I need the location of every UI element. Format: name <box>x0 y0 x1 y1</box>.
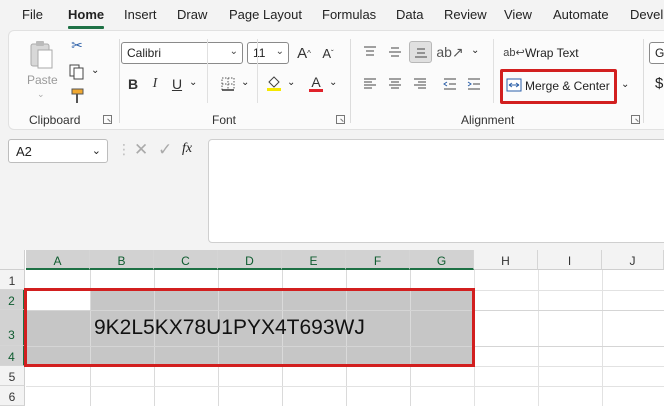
middle-align-icon[interactable] <box>386 43 404 61</box>
cancel-icon[interactable]: ✕ <box>134 140 148 160</box>
group-separator <box>350 39 351 123</box>
align-left-icon[interactable] <box>361 75 379 93</box>
tab-data[interactable]: Data <box>396 7 423 22</box>
font-group-label: Font <box>212 113 237 127</box>
enter-icon[interactable]: ✓ <box>158 140 172 160</box>
align-right-icon[interactable] <box>411 75 429 93</box>
divider <box>207 39 208 103</box>
tab-view[interactable]: View <box>504 7 532 22</box>
fill-color-icon[interactable] <box>265 73 283 93</box>
decrease-indent-icon[interactable] <box>441 75 459 93</box>
number-format-value: Ge <box>655 46 664 60</box>
group-separator <box>119 39 120 123</box>
number-format-combobox[interactable]: Ge <box>649 42 664 64</box>
paste-chevron-icon[interactable]: ⌄ <box>37 89 45 100</box>
column-header-j[interactable]: J <box>602 250 664 270</box>
divider <box>493 39 494 103</box>
column-header-i[interactable]: I <box>538 250 602 270</box>
select-all-corner[interactable] <box>0 250 25 270</box>
row-header-4[interactable]: 4 <box>0 346 25 366</box>
column-header-b[interactable]: B <box>90 250 154 270</box>
column-header-g[interactable]: G <box>410 250 474 270</box>
tab-page-layout[interactable]: Page Layout <box>229 7 302 22</box>
font-dialog-launcher-icon[interactable] <box>336 115 345 124</box>
font-size-value: 11 <box>253 46 266 60</box>
align-center-icon[interactable] <box>386 75 404 93</box>
tab-formulas[interactable]: Formulas <box>322 7 376 22</box>
group-separator <box>643 39 644 123</box>
underline-icon[interactable]: U <box>169 75 185 93</box>
row-header-3[interactable]: 3 <box>0 310 25 346</box>
top-align-icon[interactable] <box>361 43 379 61</box>
font-color-chevron-icon[interactable]: ⌄ <box>329 77 337 88</box>
borders-icon[interactable] <box>219 75 237 93</box>
fill-color-chevron-icon[interactable]: ⌄ <box>287 77 295 88</box>
name-box-value: A2 <box>16 144 32 159</box>
divider <box>257 39 258 103</box>
column-header-h[interactable]: H <box>474 250 538 270</box>
column-header-d[interactable]: D <box>218 250 282 270</box>
font-size-combobox[interactable]: 11 ⌄ <box>247 42 289 64</box>
underline-chevron-icon[interactable]: ⌄ <box>189 77 197 88</box>
paste-icon[interactable] <box>27 39 57 71</box>
font-name-combobox[interactable]: Calibri ⌄ <box>121 42 243 64</box>
merge-center-chevron-icon[interactable]: ⌄ <box>621 79 629 90</box>
row-header-5[interactable]: 5 <box>0 366 25 386</box>
name-box[interactable]: A2 ⌄ <box>8 139 108 163</box>
insert-function-icon[interactable]: fx <box>182 141 192 157</box>
cell-b3-value: 9K2L5KX78U1PYX4T693WJ <box>94 316 365 339</box>
chevron-down-icon: ⌄ <box>229 46 238 57</box>
column-header-a[interactable]: A <box>26 250 90 270</box>
italic-icon[interactable]: I <box>147 75 163 93</box>
font-color-icon[interactable]: A <box>307 73 325 93</box>
ribbon-tabs: File Home Insert Draw Page Layout Formul… <box>0 0 664 30</box>
chevron-down-icon: ⌄ <box>91 145 101 157</box>
clipboard-dialog-launcher-icon[interactable] <box>103 115 112 124</box>
borders-chevron-icon[interactable]: ⌄ <box>241 77 249 88</box>
wrap-text-button[interactable]: Wrap Text <box>525 46 579 60</box>
bottom-align-button[interactable] <box>409 41 432 63</box>
format-painter-icon[interactable] <box>67 87 87 105</box>
copy-icon[interactable] <box>67 63 87 81</box>
formula-bar-grip-icon: ⋮ <box>117 141 131 157</box>
paste-label: Paste <box>27 73 58 87</box>
active-tab-indicator <box>68 26 104 29</box>
orientation-icon[interactable]: ab↗ <box>436 43 463 61</box>
tab-insert[interactable]: Insert <box>124 7 157 22</box>
merge-center-highlight <box>500 69 617 104</box>
tab-draw[interactable]: Draw <box>177 7 207 22</box>
alignment-group-label: Alignment <box>461 113 515 127</box>
copy-chevron-icon[interactable]: ⌄ <box>91 65 99 76</box>
tab-file[interactable]: File <box>22 7 43 22</box>
alignment-dialog-launcher-icon[interactable] <box>631 115 640 124</box>
increase-font-size-icon[interactable]: A ^ <box>295 43 313 63</box>
chevron-down-icon: ⌄ <box>275 46 284 57</box>
row-header-1[interactable]: 1 <box>0 270 25 290</box>
wrap-text-icon[interactable]: ab↩ <box>503 43 524 61</box>
column-header-c[interactable]: C <box>154 250 218 270</box>
bottom-align-icon <box>415 48 427 58</box>
row-header-6[interactable]: 6 <box>0 386 25 406</box>
cut-icon[interactable]: ✂ <box>69 37 85 53</box>
row-header-2[interactable]: 2 <box>0 290 25 310</box>
tab-home[interactable]: Home <box>68 7 104 22</box>
tab-automate[interactable]: Automate <box>553 7 609 22</box>
tab-review[interactable]: Review <box>444 7 487 22</box>
increase-indent-icon[interactable] <box>465 75 483 93</box>
formula-input[interactable] <box>208 139 664 243</box>
bold-button[interactable]: B <box>125 75 141 93</box>
column-header-e[interactable]: E <box>282 250 346 270</box>
decrease-font-size-icon[interactable]: Aˇ <box>319 43 337 63</box>
font-name-value: Calibri <box>127 46 162 60</box>
currency-icon[interactable]: $ <box>655 75 663 92</box>
column-header-f[interactable]: F <box>346 250 410 270</box>
tab-developer[interactable]: Devel <box>630 7 663 22</box>
orientation-chevron-icon[interactable]: ⌄ <box>471 45 479 56</box>
clipboard-group-label: Clipboard <box>29 113 81 127</box>
